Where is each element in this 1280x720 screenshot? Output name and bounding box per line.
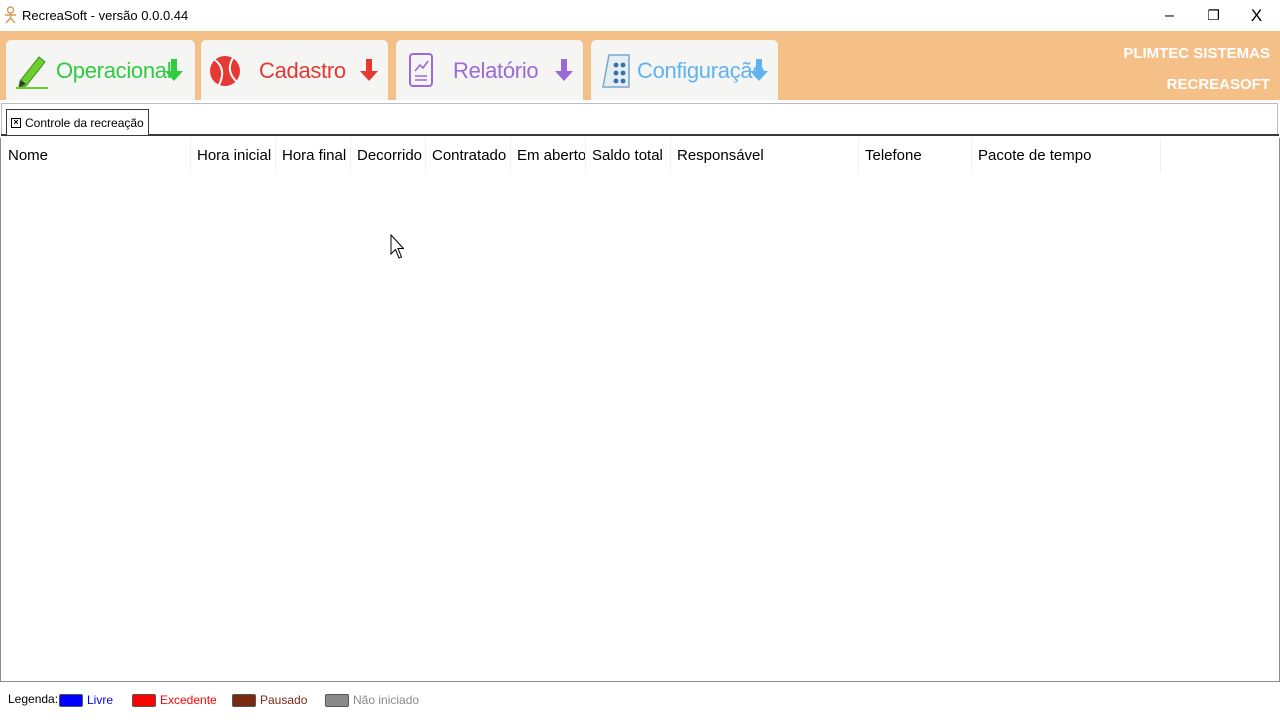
column-header-pacote-de-tempo[interactable]: Pacote de tempo [972, 138, 1161, 173]
legend-item-excedente: Excedente [132, 691, 217, 709]
arrow-down-icon [750, 59, 768, 81]
app-logo-icon [5, 6, 16, 24]
title-bar: RecreaSoft - versão 0.0.0.44 – ❐ X [0, 0, 1280, 31]
column-header-hora-inicial[interactable]: Hora inicial [191, 138, 276, 173]
recreation-grid[interactable]: Nome Hora inicial Hora final Decorrido C… [0, 138, 1280, 682]
tab-strip-frame [1, 103, 1278, 136]
app-name: RecreaSoft [22, 8, 88, 23]
ball-icon [210, 56, 240, 86]
close-tab-icon[interactable]: × [11, 117, 21, 128]
grid-header: Nome Hora inicial Hora final Decorrido C… [1, 138, 1161, 173]
legend-swatch-livre [59, 693, 83, 707]
arrow-down-icon [360, 59, 378, 81]
restore-icon: ❐ [1207, 7, 1220, 23]
legend-item-pausado: Pausado [232, 691, 307, 709]
minimize-icon: – [1165, 6, 1174, 24]
legend-label-pausado: Pausado [260, 693, 308, 707]
legend-title: Legenda: [8, 692, 59, 706]
menu-relatorio[interactable]: Relatório [396, 40, 583, 100]
column-header-responsavel[interactable]: Responsável [671, 138, 859, 173]
legend-swatch-pausado [232, 693, 256, 707]
mouse-pointer-icon [390, 234, 404, 259]
menu-configuracao[interactable]: Configuração [591, 40, 778, 100]
column-header-em-aberto[interactable]: Em aberto [511, 138, 586, 173]
report-icon [409, 53, 433, 87]
brand-company: PLIMTEC SISTEMAS [1123, 45, 1270, 62]
document-tab-strip: × Controle da recreação [0, 100, 1280, 138]
menu-operacional-label: Operacional [56, 58, 172, 83]
legend-label-livre: Livre [87, 693, 114, 707]
legend-item-livre: Livre [59, 691, 113, 709]
version-label: versão 0.0.0.44 [98, 8, 189, 23]
legend-item-nao-iniciado: Não iniciado [325, 691, 419, 709]
tab-label: Controle da recreação [25, 115, 144, 130]
brand-product: RECREASOFT [1166, 76, 1270, 93]
minimize-button[interactable]: – [1147, 0, 1192, 31]
column-header-contratado[interactable]: Contratado [426, 138, 511, 173]
legend-label-excedente: Excedente [160, 693, 217, 707]
close-window-button[interactable]: X [1234, 0, 1279, 31]
menu-cadastro-label: Cadastro [259, 58, 346, 83]
restore-button[interactable]: ❐ [1191, 0, 1236, 31]
legend-bar: Legenda: Livre Excedente Pausado Não ini… [0, 683, 1280, 720]
close-icon: X [1250, 5, 1263, 25]
legend-swatch-excedente [132, 693, 156, 707]
menu-configuracao-label: Configuração [637, 58, 765, 83]
menu-operacional[interactable]: Operacional [6, 40, 195, 100]
title-separator: - [90, 8, 99, 23]
column-header-hora-final[interactable]: Hora final [276, 138, 351, 173]
arrow-down-icon [165, 59, 183, 81]
legend-swatch-nao-iniciado [325, 693, 349, 707]
arrow-down-icon [555, 59, 573, 81]
ribbon-bar: Operacional Cadastro Relatório Configura… [0, 31, 1280, 100]
menu-cadastro[interactable]: Cadastro [201, 40, 388, 100]
config-icon [602, 54, 630, 88]
close-tab-glyph: × [13, 117, 19, 127]
column-header-saldo-total[interactable]: Saldo total [586, 138, 671, 173]
window-title: RecreaSoft - versão 0.0.0.44 [22, 8, 188, 23]
column-header-decorrido[interactable]: Decorrido [351, 138, 426, 173]
pencil-icon [16, 56, 48, 89]
menu-relatorio-label: Relatório [453, 58, 539, 83]
tab-strip-divider [1, 134, 1279, 136]
tab-controle-da-recreacao[interactable]: × Controle da recreação [6, 109, 149, 135]
column-header-telefone[interactable]: Telefone [859, 138, 972, 173]
legend-label-nao-iniciado: Não iniciado [353, 693, 420, 707]
column-header-nome[interactable]: Nome [2, 138, 191, 173]
